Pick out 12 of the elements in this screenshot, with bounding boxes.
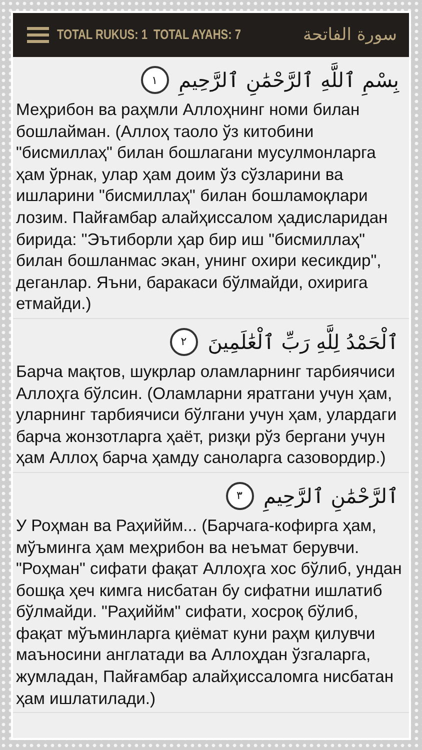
- verse-translation: У Роҳман ва Раҳиййм... (Барчага-кофирга ҳам, мўъминга ҳам меҳрибон ва неъмат берувчи. "Роҳман" сифати фақат Аллоҳга хос бўлиб, ундан бошқа ҳеч кимга нисбатан бу сифатни ишлатиб бўлмайди. "Раҳиййм" сифати, хосроқ бўлиб, фақат мўъминларга қиёмат куни раҳм қилувчи маъносини англатади ва Аллоҳдан ўзгаларга, жумладан, Пайғамбар алайҳиссаломга нисбатан ҳам ишлатилади.): [15, 514, 403, 710]
- arabic-verse: ٱلرَّحْمَٰنِ ٱلرَّحِيمِ: [264, 476, 399, 515]
- verse-translation: Барча мақтов, шукрлар оламларнинг тарбиячиси Аллоҳга бўлсин. (Оламларни яратгани учун ҳам, уларнинг тарбиячиси бўлгани учун ҳам, улардаги барча жонзотларга ҳаёт, ризқи рўз бергани учун ҳам Аллоҳ барча ҳамду саноларга сазовордир.): [15, 360, 398, 469]
- totals-label: TOTAL RUKUS: 1 TOTAL AYAHS: 7: [57, 28, 241, 42]
- menu-icon[interactable]: [27, 27, 49, 43]
- arabic-verse: بِسْمِ ٱللَّهِ ٱلرَّحْمَٰنِ ٱلرَّحِيمِ: [178, 61, 399, 99]
- verse-number-badge: ٣: [226, 482, 254, 510]
- verse-number-badge: ٢: [170, 328, 198, 356]
- verse-number-badge: ١: [140, 66, 169, 94]
- arabic-verse: ٱلْحَمْدُ لِلَّهِ رَبِّ ٱلْعَٰلَمِينَ: [208, 322, 399, 361]
- surah-title: سورة الفاتحة: [302, 25, 397, 45]
- verse-translation: Меҳрибон ва раҳмли Аллоҳнинг номи билан бошлайман. (Аллоҳ таоло ўз китобини "бисмиллаҳ" билан бошлагани мусулмонларга ҳам ўрнак, улар ҳам доим ўз сўзларини ва ишларини "бисмиллаҳ" билан бошламоқлари лозим. Пайғамбар алайҳиссалом ҳадисларидан бирида: "Эътиборли ҳар бир иш "бисмиллаҳ" билан бошланмас экан, унинг охири кесикдир", деганлар. Яъни, баракаси бўлмайди, охирига етмайди.): [15, 99, 389, 315]
